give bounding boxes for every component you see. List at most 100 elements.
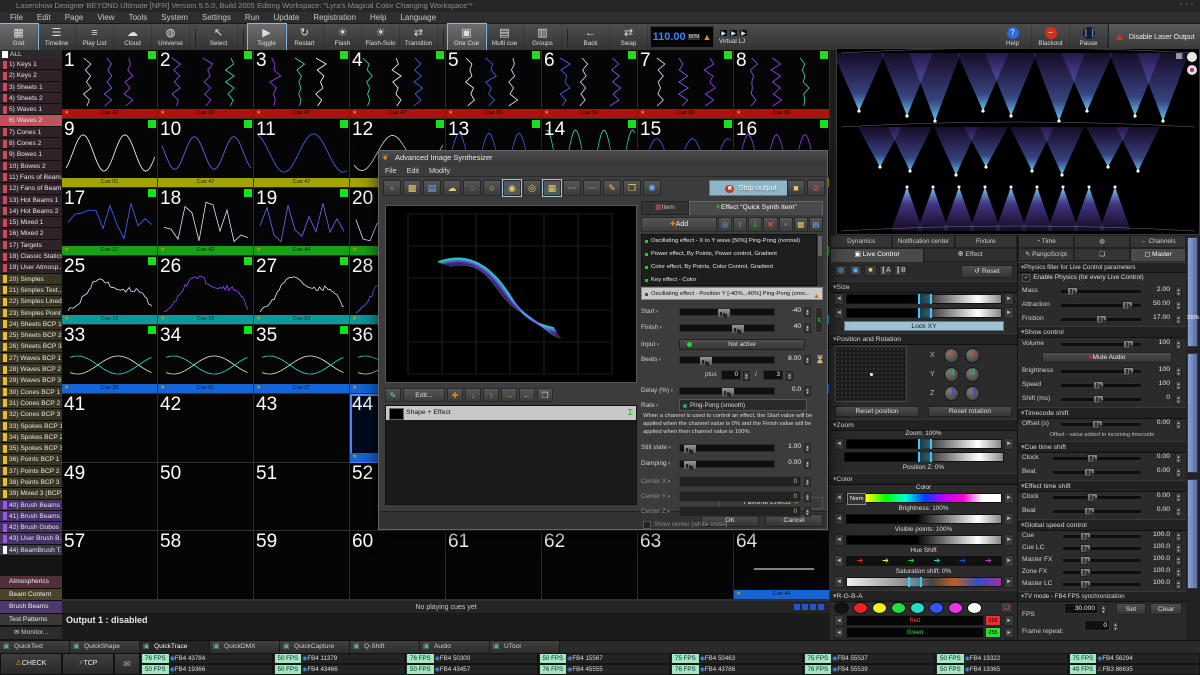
master-slider-row[interactable]: Volume 100 <box>1022 338 1182 351</box>
toolbar-button[interactable] <box>438 24 448 50</box>
color-swatch[interactable] <box>929 602 944 614</box>
menu-item[interactable]: Help <box>364 13 392 22</box>
sidebar-page-item[interactable]: 9) Bowes 1 <box>0 149 62 160</box>
size-section-header[interactable]: Size <box>830 281 1017 293</box>
toolbar-button[interactable]: ☁ Cloud <box>114 24 152 50</box>
help-button[interactable]: ? Help <box>994 24 1032 50</box>
panel-tab[interactable]: Dynamics <box>830 235 892 248</box>
duplicate-icon[interactable]: ❐ <box>537 388 553 402</box>
menu-item[interactable]: Page <box>59 13 90 22</box>
panel-tab[interactable]: Fixture <box>955 235 1017 248</box>
master-slider-row[interactable]: Beat 0.00 <box>1022 505 1182 518</box>
cue-cell[interactable]: 11 Cue 47 <box>254 119 350 188</box>
beats-slider[interactable] <box>679 356 775 364</box>
frame-icon[interactable]: ▣ <box>849 265 862 276</box>
toolbar-button[interactable]: ↻ Restart <box>286 24 324 50</box>
cue-cell[interactable]: 7 Cue 08 <box>638 50 734 119</box>
preview-grid-icon[interactable]: ▦ <box>1175 51 1183 60</box>
shape-list-item[interactable]: Shape + Effect <box>386 406 636 420</box>
position-rotation-header[interactable]: Position and Rotation <box>830 333 1017 345</box>
cue-cell[interactable]: 9 Cue 01 <box>62 119 158 188</box>
advanced-image-synthesizer-dialog[interactable]: Advanced Image Synthesizer FileEditModif… <box>378 150 828 530</box>
bottom-tab[interactable]: QuickCapture <box>280 641 350 653</box>
bottom-tab[interactable]: QuickDMX <box>210 641 280 653</box>
sidebar-page-item[interactable]: 8) Cones 2 <box>0 138 62 149</box>
hue-shift-slider[interactable]: ◄ ➔➔➔➔➔➔ ► <box>834 555 1014 567</box>
cue-cell[interactable]: 49 <box>62 463 158 532</box>
up-icon[interactable]: ⇧ <box>733 217 747 232</box>
category-item[interactable]: Brush Beams <box>0 601 62 614</box>
delete-icon[interactable]: ✖ <box>763 217 777 232</box>
open-list-icon[interactable]: ▩ <box>794 217 808 232</box>
bottom-tab[interactable]: QuickTrace <box>140 641 210 653</box>
open-icon[interactable]: ▩ <box>403 180 421 196</box>
cue-cell[interactable]: 59 <box>254 531 350 600</box>
master-slider-row[interactable]: Friction 17.00 <box>1022 313 1182 326</box>
start-spinner[interactable] <box>804 307 811 317</box>
sidebar-page-item[interactable]: 29) Waves BCP 3 <box>0 375 62 386</box>
tab-effect[interactable]: ❆ Effect <box>924 248 1018 262</box>
virtual-lj[interactable]: ▶▶▶ Virtual LJ <box>716 24 762 50</box>
grid-view-icon[interactable]: ▦ <box>543 180 561 196</box>
color-swatch[interactable] <box>872 602 887 614</box>
sidebar-page-item[interactable]: 26) Sheets BCP 3 <box>0 341 62 352</box>
bpm-display[interactable]: 110.00 BPM ▲ <box>650 26 714 48</box>
virtual-lj-play-icons[interactable]: ▶▶▶ <box>719 29 748 37</box>
menu-item[interactable]: Registration <box>307 13 362 22</box>
still-state-slider[interactable] <box>679 444 775 452</box>
cue-cell[interactable]: 57 <box>62 531 158 600</box>
fps-input[interactable]: 30.000 <box>1064 603 1098 614</box>
sidebar-page-item[interactable]: 16) Mixed 2 <box>0 228 62 239</box>
search-icon[interactable]: ◎ <box>718 217 732 232</box>
size-y-slider[interactable]: ◄► <box>834 307 1014 319</box>
master-slider-row[interactable]: Mass 2.00 <box>1022 285 1182 298</box>
sidebar-page-item[interactable]: 36) Points BCP 1 <box>0 454 62 465</box>
reset-button[interactable]: ↺ Reset <box>961 265 1013 278</box>
color-norm-chip[interactable]: Norm <box>847 493 866 505</box>
size-x-slider[interactable]: ◄► <box>834 293 1014 305</box>
sidebar-page-item[interactable]: 5) Waves 1 <box>0 104 62 115</box>
toolbar-button[interactable]: ▤ Multi cue <box>486 24 524 50</box>
cue-cell[interactable]: 43 <box>254 394 350 463</box>
preview-toggle-button[interactable] <box>1187 52 1197 62</box>
delay-slider[interactable] <box>679 387 775 395</box>
cue-cell[interactable]: 26 Cue 15 <box>158 256 254 325</box>
master-slider-row[interactable]: Brightness 100 <box>1022 365 1182 378</box>
master-slider-row[interactable]: Beat 0.00 <box>1022 466 1182 479</box>
new-list-icon[interactable]: ▫ <box>779 217 793 232</box>
selected-effect-item[interactable]: Oscillating effect - Position Y [-40%...… <box>641 287 823 300</box>
circle-icon[interactable]: ○ <box>483 180 501 196</box>
saturation-shift-slider[interactable]: ◄► <box>834 576 1014 588</box>
world-icon[interactable]: ◍ <box>834 265 847 276</box>
move-left-icon[interactable]: ← <box>519 388 535 402</box>
physics-header[interactable]: Physics filter for Live Control paramete… <box>1018 262 1186 273</box>
panel-tab[interactable]: ◍ <box>1074 235 1130 248</box>
position-knob[interactable] <box>944 367 959 382</box>
disable-laser-output-button[interactable]: ▲ Disable Laser Output <box>1108 24 1200 50</box>
cue-cell[interactable]: 4 Cue 47 <box>350 50 446 119</box>
enable-physics-checkbox[interactable]: Enable Physics (for every Live Control) <box>1022 274 1144 281</box>
color-swatch[interactable] <box>948 602 963 614</box>
beats-spinner[interactable] <box>804 355 811 365</box>
stop-output-button[interactable]: Stop output <box>709 180 793 196</box>
sidebar-page-item[interactable]: 32) Cones BCP 3 <box>0 409 62 420</box>
cue-cell[interactable]: 1 Cue 24 <box>62 50 158 119</box>
sidebar-page-item[interactable]: 1) Keys 1 <box>0 59 62 70</box>
tab-item[interactable]: Item <box>641 201 689 215</box>
cue-cell[interactable]: 19 Cue 44 <box>254 188 350 257</box>
copy-icon[interactable]: ❐ <box>623 180 641 196</box>
toolbar-button[interactable]: ▣ One Cue <box>448 24 486 50</box>
sidebar-page-item[interactable]: 15) Mixed 1 <box>0 217 62 228</box>
cue-cell[interactable]: 18 Cue 42 <box>158 188 254 257</box>
tab-live-control[interactable]: ▣ Live Control <box>830 248 924 262</box>
window-controls[interactable]: ▫▫▫ <box>1180 1 1196 8</box>
color-swatch[interactable] <box>853 602 868 614</box>
plus-input[interactable]: 0 <box>721 370 741 380</box>
effect-list-item[interactable]: Color effect, By Points, Color Control, … <box>642 261 816 274</box>
sidebar-page-item[interactable]: 27) Waves BCP 1 <box>0 353 62 364</box>
edit-icon[interactable]: ✎ <box>385 388 401 402</box>
brightness-slider[interactable]: ◄► <box>834 513 1014 525</box>
sidebar-page-item[interactable]: 17) Targets <box>0 240 62 251</box>
dialog-menu-item[interactable]: Modify <box>429 165 450 176</box>
clear-button[interactable]: Clear <box>1150 603 1182 615</box>
